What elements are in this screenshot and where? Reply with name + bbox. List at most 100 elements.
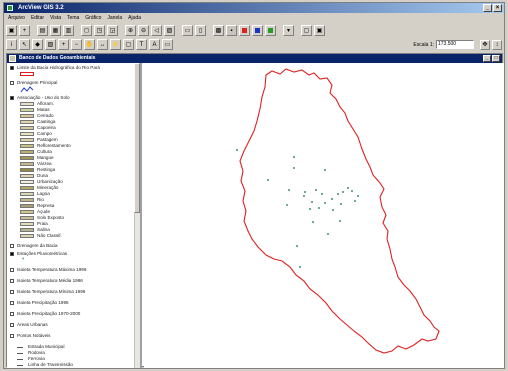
menu-janela[interactable]: Janela (107, 14, 122, 23)
theme-checkbox[interactable] (10, 252, 14, 256)
station-point[interactable] (321, 193, 323, 195)
toc-theme[interactable]: Isoieta Temperatura Mínima 1996 (10, 289, 85, 295)
help-button[interactable] (265, 25, 276, 36)
station-point[interactable] (299, 266, 301, 268)
measure-tool[interactable]: ↔ (97, 39, 108, 50)
layout-button[interactable]: ▭ (182, 25, 193, 36)
identify-results-button[interactable] (252, 25, 263, 36)
station-point[interactable] (318, 207, 320, 209)
station-point[interactable] (337, 193, 339, 195)
theme-checkbox[interactable] (10, 279, 14, 283)
toc-theme[interactable]: Isoieta Temperatura Média 1996 (10, 278, 83, 284)
menu-editar[interactable]: Editar (31, 14, 44, 23)
zoom-full-button[interactable]: ◻ (81, 25, 92, 36)
toc-scrollbar[interactable] (134, 63, 140, 368)
station-point[interactable] (327, 233, 329, 235)
menu-grafico[interactable]: Gráfico (85, 14, 101, 23)
station-point[interactable] (236, 149, 238, 151)
chart-button[interactable]: ▯ (195, 25, 206, 36)
theme-checkbox[interactable] (10, 323, 14, 327)
view-maximize-button[interactable]: □ (492, 55, 500, 62)
station-point[interactable] (315, 189, 317, 191)
zoom-active-button[interactable]: ◳ (94, 25, 105, 36)
text-tool[interactable]: A (149, 39, 160, 50)
identify-tool[interactable]: i (6, 39, 17, 50)
menu-ajuda[interactable]: Ajuda (128, 14, 141, 23)
toc-theme[interactable]: Pontos Notáveis (10, 333, 50, 339)
label-tool[interactable]: T (136, 39, 147, 50)
theme-checkbox[interactable] (10, 334, 14, 338)
theme-checkbox[interactable] (10, 268, 14, 272)
pointer-tool[interactable]: ↖ (19, 39, 30, 50)
theme-checkbox[interactable] (10, 301, 14, 305)
scale-input[interactable]: 173.500 (436, 40, 474, 49)
menu-arquivo[interactable]: Arquivo (8, 14, 25, 23)
station-point[interactable] (267, 179, 269, 181)
edit-legend-button[interactable]: ▥ (63, 25, 74, 36)
area-of-interest-tool[interactable]: ▢ (123, 39, 134, 50)
toc-theme[interactable]: Drenagem da Bacia (10, 243, 58, 249)
station-point[interactable] (331, 198, 333, 200)
station-point[interactable] (340, 203, 342, 205)
hotlink-tool[interactable]: ⚡ (110, 39, 121, 50)
theme-checkbox[interactable] (10, 244, 14, 248)
find-button[interactable]: ▾ (283, 25, 294, 36)
properties-button[interactable]: ▤ (37, 25, 48, 36)
station-point[interactable] (342, 191, 344, 193)
station-point[interactable] (293, 167, 295, 169)
station-point[interactable] (304, 191, 306, 193)
zoom-in-tool[interactable]: + (58, 39, 69, 50)
view-button[interactable]: ▢ (301, 25, 312, 36)
map-canvas[interactable] (144, 63, 504, 368)
draw-tool[interactable]: ▭ (162, 39, 173, 50)
station-point[interactable] (357, 195, 359, 197)
theme-checkbox[interactable] (10, 96, 14, 100)
toc-theme[interactable]: Isoieta Precipitação 1970-2000 (10, 311, 80, 317)
locate-button[interactable]: ▪ (226, 25, 237, 36)
zoom-out-button[interactable]: ⊖ (138, 25, 149, 36)
station-point[interactable] (286, 204, 288, 206)
table-view-button[interactable]: ▣ (314, 25, 325, 36)
toc-scroll-thumb[interactable] (134, 63, 140, 213)
zoom-previous-button[interactable]: ◁ (151, 25, 162, 36)
zoom-selected-button[interactable]: ◲ (107, 25, 118, 36)
menu-tema[interactable]: Tema (67, 14, 79, 23)
station-point[interactable] (311, 201, 313, 203)
vertex-edit-tool[interactable]: ◆ (32, 39, 43, 50)
station-point[interactable] (303, 195, 305, 197)
station-point[interactable] (312, 221, 314, 223)
zoom-in-button[interactable]: ⊕ (125, 25, 136, 36)
hotlink-button[interactable] (239, 25, 250, 36)
station-point[interactable] (309, 208, 311, 210)
station-point[interactable] (324, 169, 326, 171)
add-theme-button[interactable]: + (19, 25, 30, 36)
pan-tool[interactable]: ✋ (84, 39, 95, 50)
theme-checkbox[interactable] (10, 81, 14, 85)
station-point[interactable] (324, 202, 326, 204)
toc-theme[interactable]: Isoieta Temperatura Máxima 1996 (10, 267, 86, 273)
close-button[interactable]: × (493, 4, 502, 12)
station-point[interactable] (339, 220, 341, 222)
station-point[interactable] (296, 245, 298, 247)
station-point[interactable] (354, 200, 356, 202)
station-point[interactable] (288, 189, 290, 191)
toc-theme[interactable]: Isoieta Precipitação 1996 (10, 300, 69, 306)
toc-theme[interactable]: Áreas Urbanas (10, 322, 48, 328)
view-minimize-button[interactable]: _ (483, 55, 491, 62)
map-display[interactable] (144, 63, 504, 368)
query-builder-button[interactable]: ▩ (213, 25, 224, 36)
minimize-button[interactable]: _ (483, 4, 492, 12)
theme-checkbox[interactable] (10, 290, 14, 294)
station-point[interactable] (347, 187, 349, 189)
theme-checkbox[interactable] (10, 312, 14, 316)
save-button[interactable]: ▣ (6, 25, 17, 36)
select-tool[interactable]: ▧ (45, 39, 56, 50)
station-point[interactable] (332, 209, 334, 211)
station-point[interactable] (293, 156, 295, 158)
table-button[interactable]: ▦ (50, 25, 61, 36)
theme-checkbox[interactable] (10, 66, 14, 70)
station-point[interactable] (351, 190, 353, 192)
zoom-out-tool[interactable]: − (71, 39, 82, 50)
select-features-button[interactable]: ▨ (164, 25, 175, 36)
menu-vista[interactable]: Vista (50, 14, 61, 23)
